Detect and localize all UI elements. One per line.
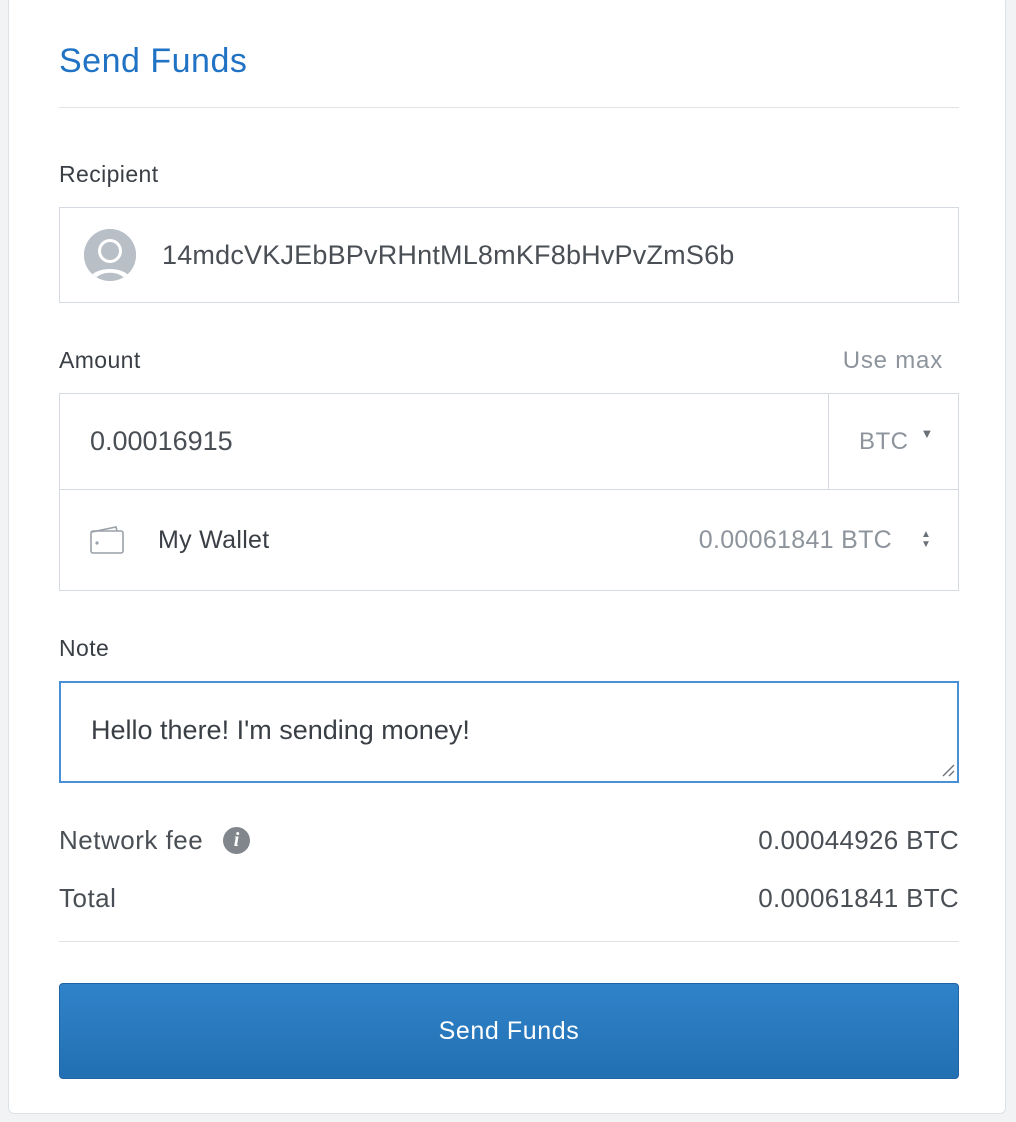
wallet-icon: [90, 526, 124, 554]
chevron-down-icon: ▼: [920, 426, 934, 441]
note-label: Note: [59, 635, 110, 661]
send-funds-card: Send Funds Recipient 14mdcVKJEbBPvRHntML…: [8, 0, 1006, 1114]
recipient-address[interactable]: 14mdcVKJEbBPvRHntML8mKF8bHvPvZmS6b: [162, 240, 735, 271]
currency-label: BTC: [859, 427, 909, 455]
amount-label: Amount: [59, 347, 141, 373]
user-avatar-icon: [84, 229, 136, 281]
network-fee-row: Network fee i 0.00044926 BTC: [59, 825, 959, 856]
total-value: 0.00061841 BTC: [758, 883, 959, 913]
network-fee-value: 0.00044926 BTC: [758, 825, 959, 855]
amount-input[interactable]: [60, 394, 828, 489]
updown-caret-icon: ▲ ▼: [921, 529, 931, 550]
resize-handle-icon[interactable]: [941, 763, 955, 777]
note-textarea[interactable]: Hello there! I'm sending money!: [59, 681, 959, 783]
wallet-balance: 0.00061841 BTC: [698, 525, 892, 554]
send-funds-button[interactable]: Send Funds: [59, 983, 959, 1079]
use-max-link[interactable]: Use max: [843, 347, 943, 375]
currency-select[interactable]: BTC ▼: [828, 394, 958, 489]
page-title: Send Funds: [59, 42, 248, 80]
title-divider: [59, 107, 959, 108]
wallet-name: My Wallet: [158, 525, 270, 554]
amount-group: BTC ▼ My Wallet 0.00061841 BTC ▲▼: [59, 393, 959, 591]
info-icon[interactable]: i: [223, 827, 251, 854]
recipient-label: Recipient: [59, 161, 159, 187]
network-fee-label: Network fee: [59, 825, 204, 855]
total-row: Total 0.00061841 BTC: [59, 883, 959, 914]
total-label: Total: [59, 883, 117, 913]
amount-row: BTC ▼: [60, 394, 958, 490]
summary-divider: [59, 941, 959, 942]
recipient-field[interactable]: 14mdcVKJEbBPvRHntML8mKF8bHvPvZmS6b: [59, 207, 959, 303]
wallet-selector[interactable]: My Wallet 0.00061841 BTC ▲ ▼: [60, 490, 958, 590]
